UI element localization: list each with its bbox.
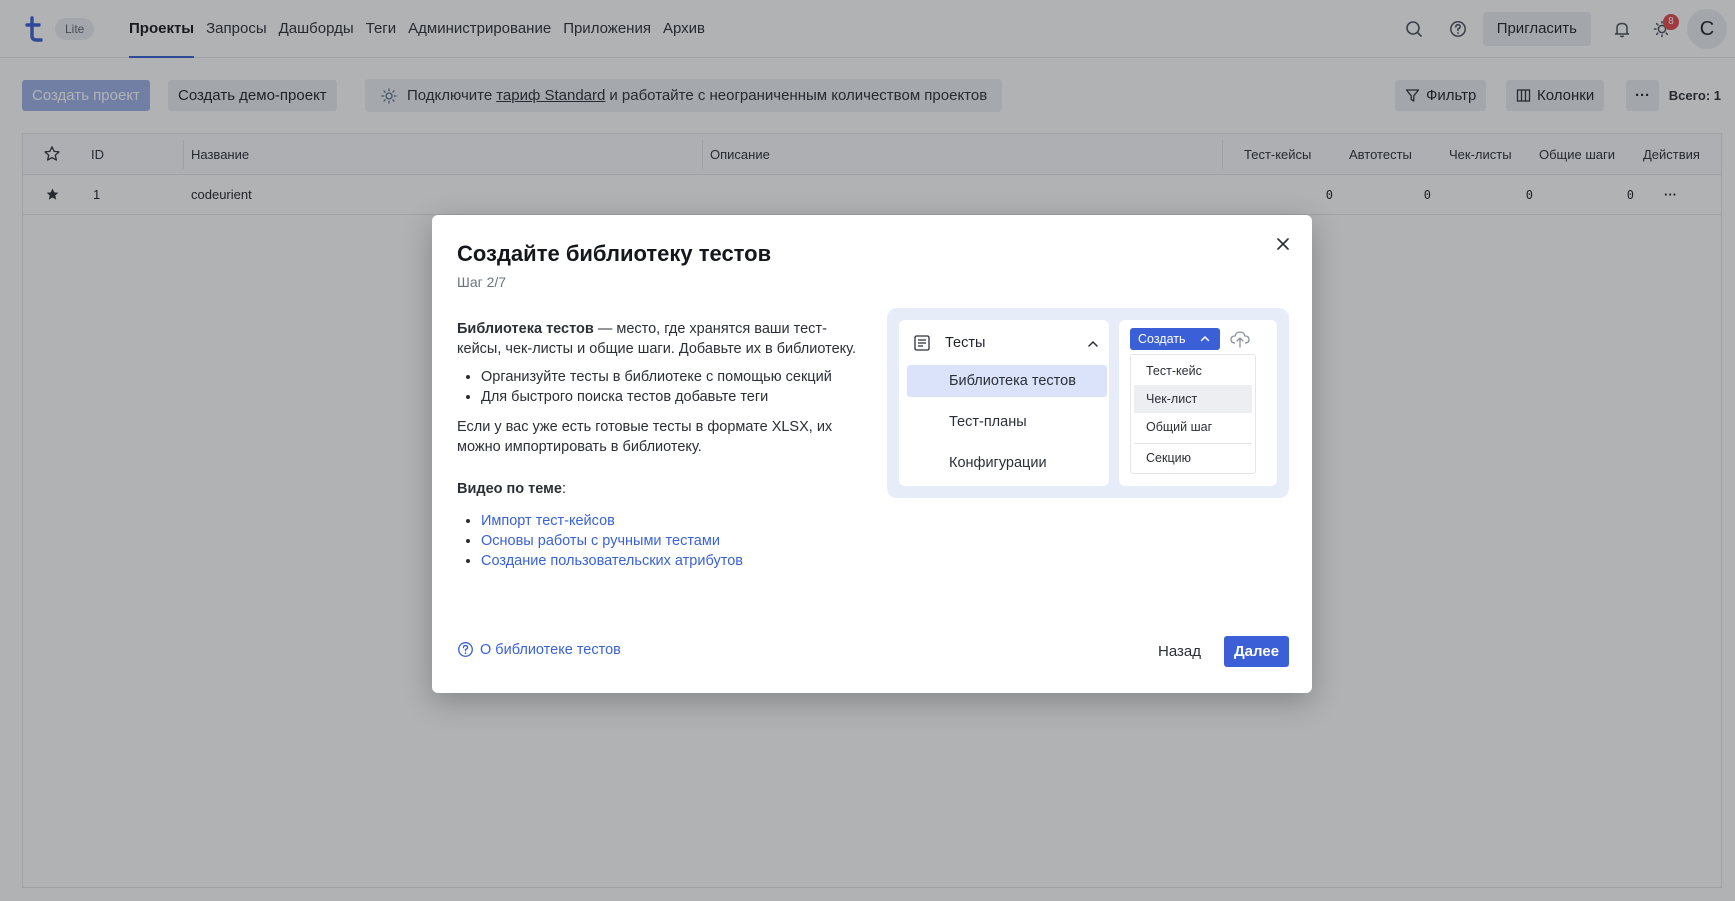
illustration-create-label: Создать bbox=[1138, 332, 1186, 346]
back-button[interactable]: Назад bbox=[1150, 636, 1209, 667]
tip-item: Организуйте тесты в библиотеке с помощью… bbox=[481, 367, 857, 387]
about-library-link[interactable]: О библиотеке тестов bbox=[457, 641, 621, 658]
videos-heading-colon: : bbox=[561, 481, 566, 497]
intro-bold: Библиотека тестов bbox=[457, 321, 594, 337]
library-illustration: Тесты Библиотека тестов Тест-планы Конфи… bbox=[887, 308, 1289, 498]
onboarding-modal: Создайте библиотеку тестов Шаг 2/7 Библи… bbox=[432, 215, 1312, 693]
illustration-sidebar: Тесты Библиотека тестов Тест-планы Конфи… bbox=[899, 320, 1109, 486]
modal-description: Библиотека тестов — место, где хранятся … bbox=[457, 319, 857, 581]
video-item: Импорт тест-кейсов bbox=[481, 511, 857, 531]
illustration-item-testplans: Тест-планы bbox=[949, 414, 1027, 430]
video-link-manual-tests-basics[interactable]: Основы работы с ручными тестами bbox=[481, 533, 720, 549]
import-paragraph: Если у вас уже есть готовые тесты в форм… bbox=[457, 419, 833, 455]
illustration-create-button: Создать bbox=[1130, 328, 1220, 350]
about-library-label: О библиотеке тестов bbox=[480, 641, 621, 658]
next-button[interactable]: Далее bbox=[1224, 636, 1290, 667]
tip-item: Для быстрого поиска тестов добавьте теги bbox=[481, 387, 857, 407]
illustration-menu-checklist: Чек-лист bbox=[1134, 385, 1252, 413]
illustration-item-configs: Конфигурации bbox=[949, 455, 1047, 471]
document-list-icon bbox=[914, 335, 930, 351]
tips-list: Организуйте тесты в библиотеке с помощью… bbox=[481, 367, 857, 407]
video-link-import-testcases[interactable]: Импорт тест-кейсов bbox=[481, 513, 615, 529]
cloud-upload-icon bbox=[1230, 331, 1250, 348]
illustration-item-library: Библиотека тестов bbox=[907, 365, 1107, 397]
illustration-section-header: Тесты bbox=[913, 331, 1099, 355]
illustration-dropdown: Тест-кейс Чек-лист Общий шаг Секцию bbox=[1130, 354, 1256, 474]
illustration-create-menu: Создать Тест-кейс Чек-лист Общий шаг Сек… bbox=[1119, 320, 1277, 486]
videos-heading: Видео по теме: bbox=[457, 479, 857, 499]
videos-list: Импорт тест-кейсов Основы работы с ручны… bbox=[481, 511, 857, 571]
video-item: Основы работы с ручными тестами bbox=[481, 531, 857, 551]
illustration-section-title: Тесты bbox=[945, 335, 986, 351]
help-icon bbox=[458, 642, 473, 657]
illustration-menu-shared-step: Общий шаг bbox=[1146, 420, 1213, 434]
videos-heading-text: Видео по теме bbox=[457, 481, 562, 497]
illustration-menu-section: Секцию bbox=[1134, 443, 1252, 471]
video-item: Создание пользовательских атрибутов bbox=[481, 551, 857, 571]
chevron-up-icon bbox=[1088, 340, 1098, 347]
video-link-custom-attributes[interactable]: Создание пользовательских атрибутов bbox=[481, 553, 743, 569]
close-icon[interactable] bbox=[1272, 233, 1294, 255]
intro-paragraph: Библиотека тестов — место, где хранятся … bbox=[457, 319, 857, 359]
chevron-up-icon bbox=[1200, 335, 1210, 342]
modal-title: Создайте библиотеку тестов bbox=[457, 241, 772, 266]
step-indicator: Шаг 2/7 bbox=[457, 274, 507, 290]
illustration-menu-testcase: Тест-кейс bbox=[1146, 364, 1202, 378]
